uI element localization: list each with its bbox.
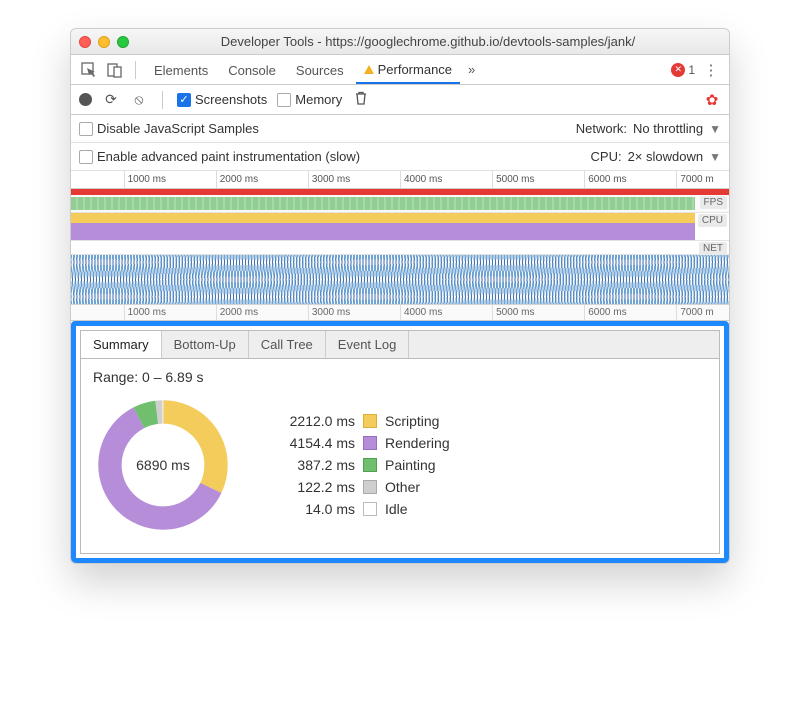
ruler-tick: 1000 ms xyxy=(124,305,166,320)
tabs-overflow-button[interactable]: » xyxy=(464,56,479,83)
reload-button[interactable]: ⟳ xyxy=(102,91,120,108)
checkbox-unchecked-icon xyxy=(277,93,291,107)
net-lane[interactable]: NET xyxy=(71,241,729,255)
summary-donut-chart: 6890 ms xyxy=(93,395,233,535)
collect-garbage-button[interactable] xyxy=(352,91,370,108)
details-tab-call-tree[interactable]: Call Tree xyxy=(249,331,326,358)
summary-range: Range: 0 – 6.89 s xyxy=(93,369,707,385)
tab-elements[interactable]: Elements xyxy=(146,57,216,83)
error-counter[interactable]: ✕ 1 xyxy=(671,63,695,77)
tab-console[interactable]: Console xyxy=(220,57,284,83)
advanced-paint-checkbox[interactable]: Enable advanced paint instrumentation (s… xyxy=(79,149,360,164)
clear-button[interactable]: ⦸ xyxy=(130,91,148,108)
chevron-down-icon: ▼ xyxy=(709,150,721,164)
legend-row-rendering: 4154.4 ms Rendering xyxy=(273,432,450,454)
ruler-tick: 3000 ms xyxy=(308,171,350,188)
ruler-tick: 3000 ms xyxy=(308,305,350,320)
overview-ruler[interactable]: 1000 ms 2000 ms 3000 ms 4000 ms 5000 ms … xyxy=(71,171,729,189)
checkbox-checked-icon: ✓ xyxy=(177,93,191,107)
inspect-element-icon[interactable] xyxy=(79,60,99,80)
ruler-tick: 6000 ms xyxy=(584,305,626,320)
zoom-icon[interactable] xyxy=(117,36,129,48)
net-lane-label: NET xyxy=(699,242,727,255)
ruler-tick: 5000 ms xyxy=(492,305,534,320)
fps-lane-label: FPS xyxy=(700,196,727,209)
separator xyxy=(135,61,136,79)
panel-tabs: Elements Console Sources Performance » xyxy=(146,56,479,84)
disable-js-samples-checkbox[interactable]: Disable JavaScript Samples xyxy=(79,121,259,136)
separator xyxy=(162,91,163,109)
cpu-lane-label: CPU xyxy=(698,214,727,227)
cpu-lane[interactable]: CPU xyxy=(71,213,729,241)
legend-row-scripting: 2212.0 ms Scripting xyxy=(273,410,450,432)
memory-label: Memory xyxy=(295,92,342,107)
window-controls xyxy=(79,36,129,48)
error-count: 1 xyxy=(688,63,695,77)
screenshot-filmstrip[interactable] xyxy=(71,255,729,305)
details-tab-bottom-up[interactable]: Bottom-Up xyxy=(162,331,249,358)
titlebar: Developer Tools - https://googlechrome.g… xyxy=(71,29,729,55)
summary-highlight: Summary Bottom-Up Call Tree Event Log Ra… xyxy=(71,321,729,563)
swatch-rendering-icon xyxy=(363,436,377,450)
swatch-other-icon xyxy=(363,480,377,494)
devtools-window: Developer Tools - https://googlechrome.g… xyxy=(70,28,730,564)
cpu-label: CPU: xyxy=(591,149,622,164)
record-button[interactable] xyxy=(79,93,92,106)
memory-checkbox[interactable]: Memory xyxy=(277,92,342,107)
checkbox-unchecked-icon xyxy=(79,150,93,164)
summary-legend: 2212.0 ms Scripting 4154.4 ms Rendering … xyxy=(273,410,450,520)
tab-performance-label: Performance xyxy=(378,62,452,77)
swatch-painting-icon xyxy=(363,458,377,472)
window-title: Developer Tools - https://googlechrome.g… xyxy=(135,34,721,49)
cpu-throttle-select[interactable]: 2× slowdown xyxy=(628,149,704,164)
error-icon: ✕ xyxy=(671,63,685,77)
ruler-tick: 2000 ms xyxy=(216,171,258,188)
swatch-scripting-icon xyxy=(363,414,377,428)
details-tab-event-log[interactable]: Event Log xyxy=(326,331,410,358)
fps-lane[interactable]: FPS xyxy=(71,195,729,213)
network-throttle-select[interactable]: No throttling xyxy=(633,121,703,136)
settings-row-1: Disable JavaScript Samples Network: No t… xyxy=(71,115,729,143)
donut-total-label: 6890 ms xyxy=(93,395,233,535)
performance-toolbar: ⟳ ⦸ ✓ Screenshots Memory ✿ xyxy=(71,85,729,115)
legend-row-idle: 14.0 ms Idle xyxy=(273,498,450,520)
panel-tabbar: Elements Console Sources Performance » ✕… xyxy=(71,55,729,85)
ruler-tick: 5000 ms xyxy=(492,171,534,188)
screenshots-checkbox[interactable]: ✓ Screenshots xyxy=(177,92,267,107)
tab-performance[interactable]: Performance xyxy=(356,56,460,84)
legend-row-other: 122.2 ms Other xyxy=(273,476,450,498)
details-tab-summary[interactable]: Summary xyxy=(81,331,162,358)
close-icon[interactable] xyxy=(79,36,91,48)
warning-icon xyxy=(364,65,374,74)
device-toolbar-icon[interactable] xyxy=(105,60,125,80)
ruler-tick: 7000 m xyxy=(676,305,713,320)
ruler-tick: 1000 ms xyxy=(124,171,166,188)
legend-row-painting: 387.2 ms Painting xyxy=(273,454,450,476)
checkbox-unchecked-icon xyxy=(79,122,93,136)
swatch-idle-icon xyxy=(363,502,377,516)
settings-row-2: Enable advanced paint instrumentation (s… xyxy=(71,143,729,171)
chevron-down-icon: ▼ xyxy=(709,122,721,136)
network-label: Network: xyxy=(576,121,627,136)
ruler-tick: 4000 ms xyxy=(400,305,442,320)
more-options-icon[interactable]: ⋮ xyxy=(701,61,721,79)
ruler-tick: 7000 m xyxy=(676,171,713,188)
disable-js-label: Disable JavaScript Samples xyxy=(97,121,259,136)
details-tabs: Summary Bottom-Up Call Tree Event Log xyxy=(80,330,720,359)
summary-panel: Range: 0 – 6.89 s 6890 ms 2212.0 ms Scri… xyxy=(80,359,720,554)
ruler-tick: 2000 ms xyxy=(216,305,258,320)
flame-ruler[interactable]: 1000 ms 2000 ms 3000 ms 4000 ms 5000 ms … xyxy=(71,305,729,321)
advanced-paint-label: Enable advanced paint instrumentation (s… xyxy=(97,149,360,164)
screenshots-label: Screenshots xyxy=(195,92,267,107)
capture-settings-button[interactable]: ✿ xyxy=(703,91,721,109)
ruler-tick: 6000 ms xyxy=(584,171,626,188)
tab-sources[interactable]: Sources xyxy=(288,57,352,83)
ruler-tick: 4000 ms xyxy=(400,171,442,188)
minimize-icon[interactable] xyxy=(98,36,110,48)
